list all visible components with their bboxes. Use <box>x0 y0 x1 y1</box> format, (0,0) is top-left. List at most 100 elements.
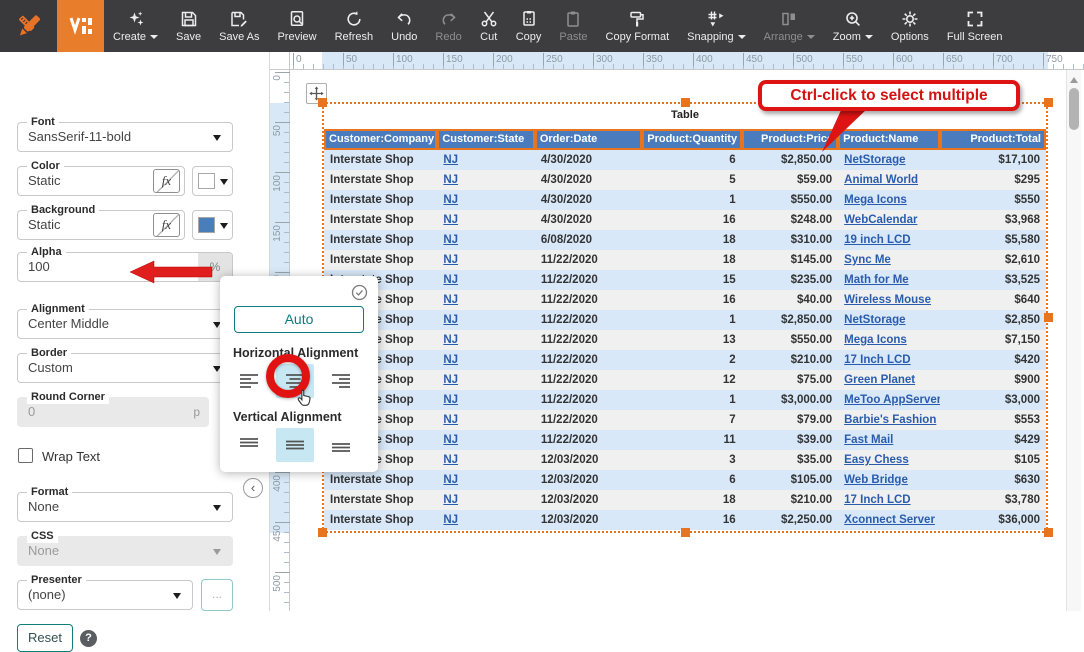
zoom-button[interactable]: Zoom <box>824 0 882 52</box>
align-left-button[interactable] <box>230 364 268 398</box>
collapse-panel-button[interactable]: ‹ <box>243 478 263 498</box>
product-link[interactable]: Math for Me <box>844 274 909 286</box>
table-header-cell[interactable]: Order:Date <box>535 129 642 150</box>
table-header-cell[interactable]: Customer:State <box>437 129 534 150</box>
state-link[interactable]: NJ <box>443 274 458 286</box>
visualization-tab[interactable] <box>57 0 104 52</box>
table-row[interactable]: Interstate ShopNJ11/22/202011$39.00Fast … <box>324 430 1046 450</box>
border-field[interactable]: Border Custom <box>17 353 233 383</box>
product-link[interactable]: Xconnect Server <box>844 514 935 526</box>
table-row[interactable]: Interstate ShopNJ12/03/202016$2,250.00Xc… <box>324 510 1046 530</box>
align-right-button[interactable] <box>322 364 360 398</box>
full-screen-button[interactable]: Full Screen <box>938 0 1012 52</box>
preview-button[interactable]: Preview <box>268 0 325 52</box>
color-field[interactable]: Color Static fx <box>17 166 185 196</box>
snapping-button[interactable]: Snapping <box>678 0 755 52</box>
presenter-more-button[interactable]: ... <box>201 579 233 611</box>
table-header-cell[interactable]: Product:Quantity P <box>642 129 741 150</box>
product-link[interactable]: Fast Mail <box>844 434 893 446</box>
state-link[interactable]: NJ <box>443 154 458 166</box>
save-button[interactable]: Save <box>167 0 210 52</box>
state-link[interactable]: NJ <box>443 474 458 486</box>
table-row[interactable]: Interstate ShopNJ11/22/202015$235.00Math… <box>324 270 1046 290</box>
product-link[interactable]: MeToo AppServer <box>844 394 939 406</box>
options-button[interactable]: Options <box>882 0 938 52</box>
state-link[interactable]: NJ <box>443 374 458 386</box>
table-row[interactable]: Interstate ShopNJ11/22/202016$40.00Wirel… <box>324 290 1046 310</box>
reset-button[interactable]: Reset <box>17 624 73 652</box>
create-button[interactable]: Create <box>104 0 167 52</box>
state-link[interactable]: NJ <box>443 334 458 346</box>
background-swatch-dropdown[interactable] <box>192 210 233 240</box>
table-header-cell[interactable]: Customer:Company <box>324 129 437 150</box>
table-row[interactable]: Interstate ShopNJ11/22/202018$145.00Sync… <box>324 250 1046 270</box>
font-field[interactable]: Font SansSerif-11-bold <box>17 122 233 152</box>
product-link[interactable]: Animal World <box>844 174 918 186</box>
presenter-field[interactable]: Presenter (none) <box>17 580 193 610</box>
table-row[interactable]: Interstate ShopNJ4/30/20206$2,850.00NetS… <box>324 150 1046 170</box>
table-row[interactable]: Interstate ShopNJ11/22/20201$3,000.00MeT… <box>324 390 1046 410</box>
table-row[interactable]: Interstate ShopNJ11/22/20202$210.0017 In… <box>324 350 1046 370</box>
state-link[interactable]: NJ <box>443 234 458 246</box>
alignment-field[interactable]: Alignment Center Middle <box>17 309 233 339</box>
table-row[interactable]: Interstate ShopNJ11/22/202012$75.00Green… <box>324 370 1046 390</box>
product-link[interactable]: WebCalendar <box>844 214 917 226</box>
alpha-field[interactable]: Alpha 100 % <box>17 252 233 282</box>
expression-fx-icon[interactable]: fx <box>153 213 180 237</box>
scrollbar-thumb[interactable] <box>1069 88 1079 130</box>
scroll-up-arrow-icon[interactable] <box>1070 77 1078 83</box>
table-row[interactable]: Interstate ShopNJ4/30/20201$550.00Mega I… <box>324 190 1046 210</box>
resize-handle-n[interactable] <box>681 98 690 107</box>
state-link[interactable]: NJ <box>443 434 458 446</box>
table-row[interactable]: Interstate ShopNJ11/22/202013$550.00Mega… <box>324 330 1046 350</box>
state-link[interactable]: NJ <box>443 414 458 426</box>
product-link[interactable]: Green Planet <box>844 374 915 386</box>
product-link[interactable]: NetStorage <box>844 154 905 166</box>
resize-handle-se[interactable] <box>1044 528 1053 537</box>
product-link[interactable]: 19 inch LCD <box>844 234 910 246</box>
table-row[interactable]: Interstate ShopNJ11/22/20207$79.00Barbie… <box>324 410 1046 430</box>
state-link[interactable]: NJ <box>443 174 458 186</box>
table-row[interactable]: Interstate ShopNJ12/03/202018$210.0017 I… <box>324 490 1046 510</box>
state-link[interactable]: NJ <box>443 514 458 526</box>
product-link[interactable]: Web Bridge <box>844 474 908 486</box>
table-row[interactable]: Interstate ShopNJ4/30/20205$59.00Animal … <box>324 170 1046 190</box>
wrap-text-checkbox[interactable] <box>18 448 33 463</box>
undo-button[interactable]: Undo <box>382 0 426 52</box>
product-link[interactable]: Barbie's Fashion <box>844 414 936 426</box>
state-link[interactable]: NJ <box>443 494 458 506</box>
product-link[interactable]: NetStorage <box>844 314 905 326</box>
confirm-check-icon[interactable] <box>351 284 368 306</box>
align-middle-button[interactable] <box>276 428 314 462</box>
table-row[interactable]: Interstate ShopNJ6/08/202018$310.0019 in… <box>324 230 1046 250</box>
product-link[interactable]: Mega Icons <box>844 334 907 346</box>
state-link[interactable]: NJ <box>443 194 458 206</box>
state-link[interactable]: NJ <box>443 294 458 306</box>
table-selection-frame[interactable]: Table Customer:CompanyCustomer:StateOrde… <box>322 102 1048 533</box>
expression-fx-icon[interactable]: fx <box>153 169 180 193</box>
cut-button[interactable]: Cut <box>471 0 507 52</box>
table-header-cell[interactable]: Product:Price <box>742 129 838 150</box>
state-link[interactable]: NJ <box>443 454 458 466</box>
state-link[interactable]: NJ <box>443 214 458 226</box>
vertical-scrollbar[interactable] <box>1066 70 1081 611</box>
format-field[interactable]: Format None <box>17 492 233 522</box>
copy-button[interactable]: Copy <box>507 0 551 52</box>
auto-button[interactable]: Auto <box>234 306 364 333</box>
product-link[interactable]: Sync Me <box>844 254 891 266</box>
resize-handle-nw[interactable] <box>318 98 327 107</box>
background-field[interactable]: Background Static fx <box>17 210 185 240</box>
table-header-cell[interactable]: Product:Total <box>940 129 1046 150</box>
table-row[interactable]: Interstate ShopNJ12/03/20203$35.00Easy C… <box>324 450 1046 470</box>
table-row[interactable]: Interstate ShopNJ4/30/202016$248.00WebCa… <box>324 210 1046 230</box>
state-link[interactable]: NJ <box>443 314 458 326</box>
state-link[interactable]: NJ <box>443 354 458 366</box>
state-link[interactable]: NJ <box>443 254 458 266</box>
copy-format-button[interactable]: Copy Format <box>597 0 679 52</box>
save-as-button[interactable]: Save As <box>210 0 268 52</box>
product-link[interactable]: 17 Inch LCD <box>844 494 910 506</box>
state-link[interactable]: NJ <box>443 394 458 406</box>
resize-handle-s[interactable] <box>681 528 690 537</box>
product-link[interactable]: Wireless Mouse <box>844 294 931 306</box>
product-link[interactable]: 17 Inch LCD <box>844 354 910 366</box>
